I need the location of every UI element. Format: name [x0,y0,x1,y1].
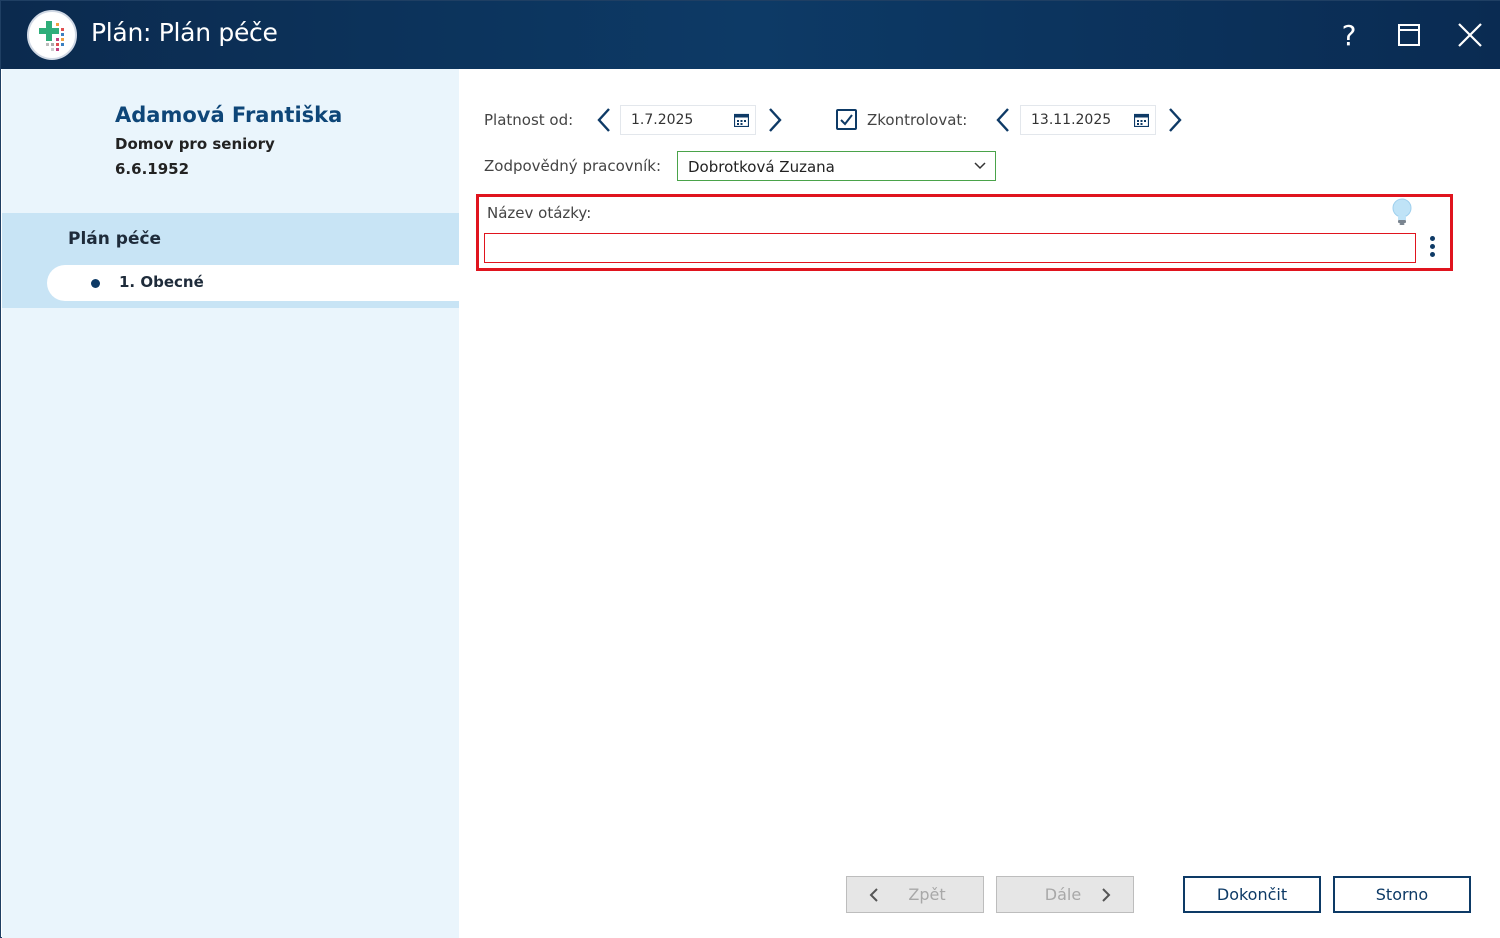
back-button[interactable]: Zpět [846,876,984,913]
cancel-label: Storno [1375,885,1429,904]
chevron-right-icon [1102,888,1111,902]
finish-button[interactable]: Dokončit [1183,876,1321,913]
responsible-value: Dobrotková Zuzana [688,158,835,176]
question-label: Název otázky: [487,204,592,222]
valid-from-date-value: 1.7.2025 [631,112,694,128]
back-label: Zpět [908,885,946,904]
responsible-label: Zodpovědný pracovník: [484,157,662,175]
help-icon: ? [1341,18,1357,52]
dialog-window: Plán: Plán péče ? Adamová Františka Domo… [0,0,1500,938]
sidebar: Adamová Františka Domov pro seniory 6.6.… [2,69,459,938]
chevron-down-icon [974,162,986,170]
close-button[interactable] [1450,15,1490,55]
bullet-icon [91,279,100,288]
close-icon [1458,23,1482,47]
app-logo [27,10,77,60]
question-name-input[interactable] [484,233,1416,263]
sidebar-group-plan[interactable]: Plán péče 1. Obecné [2,213,459,308]
chevron-left-icon [869,888,878,902]
check-next-chevron-right-icon[interactable] [1163,105,1185,135]
main-content: Platnost od: 1.7.2025 Zkontrolovat: 13.1… [459,69,1500,938]
lightbulb-icon[interactable] [1391,198,1413,226]
patient-birth-date: 6.6.1952 [115,160,190,178]
check-date-input[interactable]: 13.11.2025 [1020,105,1156,135]
check-checkbox[interactable] [836,109,857,130]
next-label: Dále [1044,885,1082,904]
sidebar-item-label: 1. Obecné [119,273,204,291]
next-button[interactable]: Dále [996,876,1134,913]
help-button[interactable]: ? [1329,15,1369,55]
sidebar-group-label: Plán péče [68,229,162,249]
sidebar-item-obecne[interactable]: 1. Obecné [47,265,459,301]
valid-from-prev-chevron-left-icon[interactable] [594,105,616,135]
calendar-icon[interactable] [1134,113,1149,127]
check-prev-chevron-left-icon[interactable] [993,105,1015,135]
question-field-group: Název otázky: [476,194,1453,271]
cancel-button[interactable]: Storno [1333,876,1471,913]
patient-name: Adamová Františka [115,103,343,127]
valid-from-label: Platnost od: [484,111,574,129]
maximize-button[interactable] [1389,15,1429,55]
maximize-icon [1398,24,1420,46]
title-bar: Plán: Plán péče ? [1,1,1500,69]
finish-label: Dokončit [1216,885,1288,904]
valid-from-date-input[interactable]: 1.7.2025 [620,105,756,135]
check-label: Zkontrolovat: [867,111,968,129]
window-title: Plán: Plán péče [91,18,278,47]
checkbox-checked-icon [840,114,853,126]
valid-from-next-chevron-right-icon[interactable] [763,105,785,135]
patient-facility: Domov pro seniory [115,135,275,153]
responsible-select[interactable]: Dobrotková Zuzana [677,151,996,181]
check-date-value: 13.11.2025 [1031,112,1112,128]
calendar-icon[interactable] [734,113,749,127]
more-vertical-icon[interactable] [1430,236,1436,260]
